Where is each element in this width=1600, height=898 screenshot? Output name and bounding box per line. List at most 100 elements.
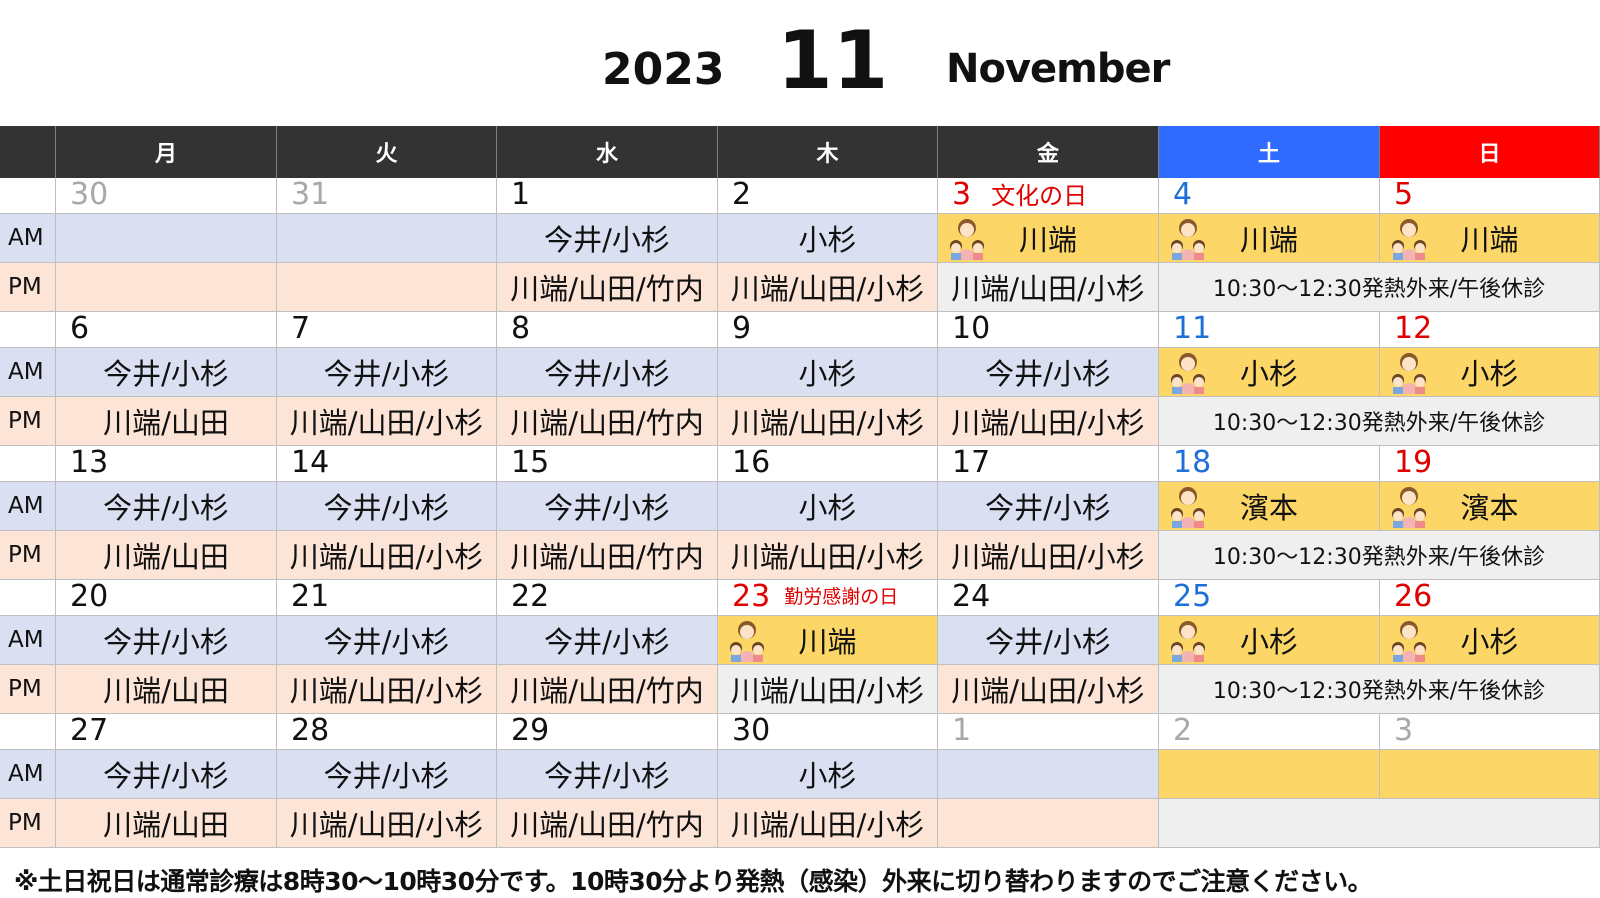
pm-schedule-cell: 川端/山田/竹内 bbox=[497, 799, 718, 848]
pm-schedule-cell: 川端/山田/竹内 bbox=[497, 263, 718, 312]
day-number: 9 bbox=[732, 312, 752, 346]
day-cell: 10 bbox=[938, 312, 1159, 348]
am-doctors: 川端 bbox=[1239, 223, 1298, 257]
pm-doctors: 川端/山田/小杉 bbox=[289, 808, 484, 842]
am-schedule-cell: 濱本 bbox=[1159, 482, 1380, 531]
day-number: 30 bbox=[732, 714, 771, 748]
pm-label: PM bbox=[0, 665, 56, 714]
pm-schedule-cell: 川端/山田/竹内 bbox=[497, 397, 718, 446]
pm-doctors: 川端/山田/小杉 bbox=[951, 540, 1145, 574]
week-spacer bbox=[0, 580, 56, 616]
week-spacer bbox=[0, 446, 56, 482]
weekend-pm-note: 10:30～12:30発熱外来/午後休診 bbox=[1159, 397, 1600, 446]
family-icon bbox=[1392, 353, 1426, 394]
family-icon bbox=[1171, 219, 1205, 260]
am-doctors: 小杉 bbox=[1239, 625, 1298, 659]
am-schedule-cell: 小杉 bbox=[1380, 616, 1600, 665]
day-cell: 19 bbox=[1380, 446, 1600, 482]
am-doctors: 今井/小杉 bbox=[323, 625, 450, 659]
pm-doctors: 川端/山田/竹内 bbox=[510, 272, 704, 306]
weekend-pm-text: 10:30～12:30発熱外来/午後休診 bbox=[1212, 411, 1546, 436]
calendar-title: 2023 11 November bbox=[0, 0, 1600, 126]
pm-doctors: 川端/山田/小杉 bbox=[730, 272, 925, 306]
am-schedule-cell bbox=[1159, 750, 1380, 799]
pm-label: PM bbox=[0, 799, 56, 848]
day-cell: 25 bbox=[1159, 580, 1380, 616]
pm-doctors: 川端/山田/小杉 bbox=[289, 406, 484, 440]
day-cell: 24 bbox=[938, 580, 1159, 616]
weekday-header: 日 bbox=[1380, 126, 1600, 178]
pm-schedule-cell: 川端/山田/小杉 bbox=[277, 665, 497, 714]
weekend-pm-note: 10:30～12:30発熱外来/午後休診 bbox=[1159, 263, 1600, 312]
am-schedule-cell: 今井/小杉 bbox=[497, 750, 718, 799]
am-schedule-cell: 小杉 bbox=[1159, 348, 1380, 397]
am-doctors: 今井/小杉 bbox=[323, 759, 450, 793]
am-schedule-cell: 今井/小杉 bbox=[497, 616, 718, 665]
pm-schedule-cell: 川端/山田/竹内 bbox=[497, 665, 718, 714]
pm-schedule-cell: 川端/山田/竹内 bbox=[497, 531, 718, 580]
pm-schedule-cell: 川端/山田/小杉 bbox=[718, 263, 938, 312]
pm-schedule-cell: 川端/山田 bbox=[56, 799, 277, 848]
day-cell: 9 bbox=[718, 312, 938, 348]
day-number: 15 bbox=[511, 446, 550, 480]
pm-doctors: 川端/山田 bbox=[103, 808, 229, 842]
weekday-header: 火 bbox=[277, 126, 497, 178]
am-schedule-cell: 小杉 bbox=[1380, 348, 1600, 397]
am-doctors: 今井/小杉 bbox=[103, 357, 229, 391]
pm-schedule-cell: 川端/山田 bbox=[56, 397, 277, 446]
am-doctors: 今井/小杉 bbox=[985, 491, 1111, 525]
am-doctors: 濱本 bbox=[1239, 491, 1298, 525]
day-cell: 5 bbox=[1380, 178, 1600, 214]
am-schedule-cell: 小杉 bbox=[718, 750, 938, 799]
day-number: 16 bbox=[732, 446, 771, 480]
day-cell: 2 bbox=[1159, 714, 1380, 750]
pm-schedule-cell: 川端/山田/小杉 bbox=[718, 531, 938, 580]
day-cell: 30 bbox=[718, 714, 938, 750]
pm-label: PM bbox=[0, 263, 56, 312]
day-number: 8 bbox=[511, 312, 531, 346]
day-number: 3 bbox=[1394, 714, 1414, 748]
pm-schedule-cell: 川端/山田/小杉 bbox=[277, 799, 497, 848]
am-schedule-cell: 今井/小杉 bbox=[56, 482, 277, 531]
am-schedule-cell: 小杉 bbox=[1159, 616, 1380, 665]
weekday-header: 月 bbox=[56, 126, 277, 178]
day-cell: 16 bbox=[718, 446, 938, 482]
am-doctors: 小杉 bbox=[1460, 625, 1519, 659]
am-doctors: 小杉 bbox=[1239, 357, 1298, 391]
am-schedule-cell: 今井/小杉 bbox=[56, 616, 277, 665]
am-schedule-cell: 川端 bbox=[938, 214, 1159, 263]
am-doctors: 今井/小杉 bbox=[323, 357, 450, 391]
weekend-pm-note bbox=[1159, 799, 1600, 848]
pm-schedule-cell bbox=[938, 799, 1159, 848]
pm-doctors: 川端/山田/小杉 bbox=[289, 540, 484, 574]
am-label: AM bbox=[0, 616, 56, 665]
day-cell: 29 bbox=[497, 714, 718, 750]
am-doctors: 今井/小杉 bbox=[323, 491, 450, 525]
weekday-header: 金 bbox=[938, 126, 1159, 178]
day-number: 12 bbox=[1394, 312, 1433, 346]
pm-doctors: 川端/山田/小杉 bbox=[730, 808, 925, 842]
day-cell: 20 bbox=[56, 580, 277, 616]
pm-schedule-cell: 川端/山田/小杉 bbox=[938, 665, 1159, 714]
family-icon bbox=[1392, 219, 1426, 260]
day-number: 10 bbox=[952, 312, 991, 346]
family-icon bbox=[1171, 353, 1205, 394]
day-number: 2 bbox=[1173, 714, 1193, 748]
am-schedule-cell: 今井/小杉 bbox=[56, 348, 277, 397]
day-cell: 12 bbox=[1380, 312, 1600, 348]
am-doctors: 今井/小杉 bbox=[985, 625, 1111, 659]
day-cell: 3 文化の日 bbox=[938, 178, 1159, 214]
am-doctors: 小杉 bbox=[1460, 357, 1519, 391]
am-schedule-cell: 今井/小杉 bbox=[497, 482, 718, 531]
am-doctors: 小杉 bbox=[798, 759, 857, 793]
am-doctors: 濱本 bbox=[1460, 491, 1519, 525]
day-cell: 21 bbox=[277, 580, 497, 616]
pm-doctors: 川端/山田/竹内 bbox=[510, 808, 704, 842]
family-icon bbox=[950, 219, 984, 260]
am-schedule-cell: 濱本 bbox=[1380, 482, 1600, 531]
day-cell: 31 bbox=[277, 178, 497, 214]
family-icon bbox=[1171, 621, 1205, 662]
am-schedule-cell bbox=[1380, 750, 1600, 799]
title-month-name: November bbox=[946, 46, 1170, 92]
pm-schedule-cell bbox=[56, 263, 277, 312]
